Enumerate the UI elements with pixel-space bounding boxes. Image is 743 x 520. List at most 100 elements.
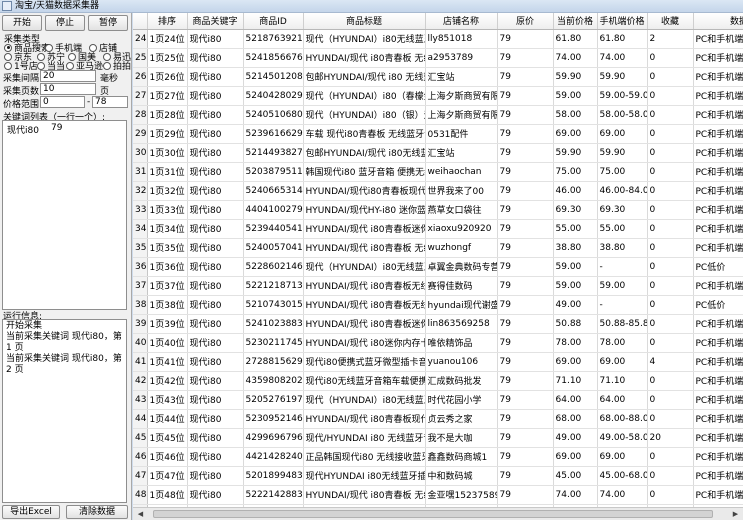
cell-title[interactable]: HYUNDAI/现代 i80青春板无线蓝... bbox=[303, 295, 426, 315]
cell-rank[interactable]: 1页37位 bbox=[147, 276, 188, 296]
table-row[interactable]: 241页24位现代i80521876392174现代（HYUNDAI）i80无线… bbox=[133, 29, 743, 49]
cell-item-id[interactable]: 520189948315 bbox=[243, 466, 304, 486]
cell-rownum[interactable]: 47 bbox=[133, 466, 148, 486]
cell-shop-name[interactable]: 唯依精饰品 bbox=[425, 333, 498, 353]
cell-rownum[interactable]: 44 bbox=[133, 409, 148, 429]
table-row[interactable]: 251页25位现代i80524185667682HYUNDAI/现代 i80青春… bbox=[133, 48, 743, 68]
cell-item-id[interactable]: 524102388358 bbox=[243, 314, 304, 334]
cell-favorites[interactable]: 0 bbox=[647, 200, 694, 220]
cell-original-price[interactable]: 79 bbox=[497, 352, 554, 372]
cell-rank[interactable]: 1页25位 bbox=[147, 48, 188, 68]
cell-data-status[interactable]: PC和手机端低价 bbox=[693, 466, 743, 486]
cell-original-price[interactable]: 79 bbox=[497, 371, 554, 391]
cell-original-price[interactable]: 79 bbox=[497, 162, 554, 182]
table-row[interactable]: 321页32位现代i80524066531422HYUNDAI/现代i80青春板… bbox=[133, 181, 743, 201]
column-header-keyword[interactable]: 商品关键字 bbox=[187, 13, 244, 30]
cell-mobile-price[interactable]: 58.00-58.00 bbox=[597, 105, 648, 125]
cell-original-price[interactable]: 79 bbox=[497, 181, 554, 201]
cell-favorites[interactable]: 0 bbox=[647, 409, 694, 429]
cell-rownum[interactable]: 43 bbox=[133, 390, 148, 410]
cell-mobile-price[interactable]: - bbox=[597, 257, 648, 277]
cell-shop-name[interactable]: 汇宝站 bbox=[425, 143, 498, 163]
cell-item-id[interactable]: 523961662953 bbox=[243, 124, 304, 144]
cell-shop-name[interactable]: lly851018 bbox=[425, 29, 498, 49]
cell-favorites[interactable]: 0 bbox=[647, 276, 694, 296]
cell-data-status[interactable]: PC和手机端低价 bbox=[693, 86, 743, 106]
cell-title[interactable]: 现代i80无线蓝牙音箱车载便携插... bbox=[303, 371, 426, 391]
cell-current-price[interactable]: 74.00 bbox=[553, 485, 598, 505]
cell-original-price[interactable]: 79 bbox=[497, 257, 554, 277]
cell-keyword[interactable]: 现代i80 bbox=[187, 447, 244, 467]
column-header-current-price[interactable]: 当前价格 bbox=[553, 13, 598, 30]
cell-rank[interactable]: 1页27位 bbox=[147, 86, 188, 106]
cell-original-price[interactable]: 79 bbox=[497, 276, 554, 296]
cell-mobile-price[interactable]: 69.00 bbox=[597, 352, 648, 372]
cell-shop-name[interactable]: 我不是大咖 bbox=[425, 428, 498, 448]
cell-rownum[interactable]: 41 bbox=[133, 352, 148, 372]
cell-mobile-price[interactable]: 46.00-84.00 bbox=[597, 181, 648, 201]
cell-title[interactable]: 车载 现代i80青春板 无线蓝牙音箱... bbox=[303, 124, 426, 144]
cell-title[interactable]: 现代（HYUNDAI）i80无线蓝牙音箱... bbox=[303, 257, 426, 277]
cell-current-price[interactable]: 59.00 bbox=[553, 257, 598, 277]
cell-original-price[interactable]: 79 bbox=[497, 447, 554, 467]
cell-title[interactable]: HYUNDAI/现代 i80青春板迷你内... bbox=[303, 219, 426, 239]
table-row[interactable]: 481页48位现代i80522214288396HYUNDAI/现代 i80青春… bbox=[133, 485, 743, 505]
cell-favorites[interactable]: 0 bbox=[647, 143, 694, 163]
cell-current-price[interactable]: 59.90 bbox=[553, 143, 598, 163]
cell-shop-name[interactable]: a2953789 bbox=[425, 48, 498, 68]
cell-shop-name[interactable]: 金亚嘿15237589997 bbox=[425, 485, 498, 505]
cell-rownum[interactable]: 39 bbox=[133, 314, 148, 334]
column-header-favorites[interactable]: 收藏 bbox=[647, 13, 694, 30]
cell-rownum[interactable]: 28 bbox=[133, 105, 148, 125]
cell-item-id[interactable]: 524051068042 bbox=[243, 105, 304, 125]
cell-rank[interactable]: 1页24位 bbox=[147, 29, 188, 49]
cell-shop-name[interactable]: 世界我来了00 bbox=[425, 181, 498, 201]
table-row[interactable]: 311页31位现代i80520387951152韩国现代i80 蓝牙音箱 便携无… bbox=[133, 162, 743, 182]
cell-keyword[interactable]: 现代i80 bbox=[187, 105, 244, 125]
cell-favorites[interactable]: 0 bbox=[647, 447, 694, 467]
cell-keyword[interactable]: 现代i80 bbox=[187, 428, 244, 448]
cell-data-status[interactable]: PC和手机端低价 bbox=[693, 29, 743, 49]
cell-rank[interactable]: 1页48位 bbox=[147, 485, 188, 505]
cell-keyword[interactable]: 现代i80 bbox=[187, 86, 244, 106]
cell-title[interactable]: HYUNDAI/现代HY-i80 迷你蓝牙... bbox=[303, 200, 426, 220]
cell-original-price[interactable]: 79 bbox=[497, 409, 554, 429]
keyword-item[interactable]: 现代i80 79 bbox=[3, 121, 126, 138]
cell-mobile-price[interactable]: 78.00 bbox=[597, 333, 648, 353]
cell-title[interactable]: HYUNDAI/现代 i80青春板 无线... bbox=[303, 238, 426, 258]
pages-input[interactable]: 10 bbox=[40, 83, 96, 95]
cell-shop-name[interactable]: 贞云秀之家 bbox=[425, 409, 498, 429]
cell-title[interactable]: 现代（HYUNDAI）i80（春檬金... bbox=[303, 86, 426, 106]
pause-button[interactable]: 暂停 bbox=[88, 15, 128, 31]
cell-shop-name[interactable]: 0531配件 bbox=[425, 124, 498, 144]
start-button[interactable]: 开始 bbox=[2, 15, 42, 31]
cell-keyword[interactable]: 现代i80 bbox=[187, 200, 244, 220]
cell-current-price[interactable]: 58.00 bbox=[553, 105, 598, 125]
cell-original-price[interactable]: 79 bbox=[497, 485, 554, 505]
cell-title[interactable]: HYUNDAI/现代 i80青春板现代（... bbox=[303, 409, 426, 429]
cell-favorites[interactable]: 0 bbox=[647, 86, 694, 106]
cell-keyword[interactable]: 现代i80 bbox=[187, 466, 244, 486]
cell-title[interactable]: 现代（HYUNDAI）i80无线蓝牙音... bbox=[303, 29, 426, 49]
cell-title[interactable]: 韩国现代i80 蓝牙音箱 便携无线迷... bbox=[303, 162, 426, 182]
cell-data-status[interactable]: PC和手机端低价 bbox=[693, 200, 743, 220]
cell-keyword[interactable]: 现代i80 bbox=[187, 276, 244, 296]
cell-data-status[interactable]: PC和手机端低价 bbox=[693, 67, 743, 87]
cell-title[interactable]: HYUNDAI/现代 i80青春板 无线... bbox=[303, 485, 426, 505]
cell-keyword[interactable]: 现代i80 bbox=[187, 29, 244, 49]
cell-current-price[interactable]: 59.90 bbox=[553, 67, 598, 87]
cell-mobile-price[interactable]: 49.00-58.00 bbox=[597, 428, 648, 448]
cell-original-price[interactable]: 79 bbox=[497, 428, 554, 448]
cell-rownum[interactable]: 31 bbox=[133, 162, 148, 182]
cell-mobile-price[interactable]: 59.00 bbox=[597, 276, 648, 296]
table-row[interactable]: 45 1页45位 现代i80 42996967966 现代/HYUNDAI i80 无线… bbox=[133, 428, 743, 448]
cell-rownum[interactable]: 26 bbox=[133, 67, 148, 87]
cell-rank[interactable]: 1页32位 bbox=[147, 181, 188, 201]
cell-item-id[interactable]: 523095214663 bbox=[243, 409, 304, 429]
table-row[interactable]: 421页42位现代i8043598082028现代i80无线蓝牙音箱车载便携插.… bbox=[133, 371, 743, 391]
cell-current-price[interactable]: 69.00 bbox=[553, 352, 598, 372]
cell-mobile-price[interactable]: 74.00 bbox=[597, 485, 648, 505]
cell-data-status[interactable]: PC低价 bbox=[693, 295, 743, 315]
cell-rownum[interactable]: 46 bbox=[133, 447, 148, 467]
cell-item-id[interactable]: 42996967966 bbox=[243, 428, 304, 448]
